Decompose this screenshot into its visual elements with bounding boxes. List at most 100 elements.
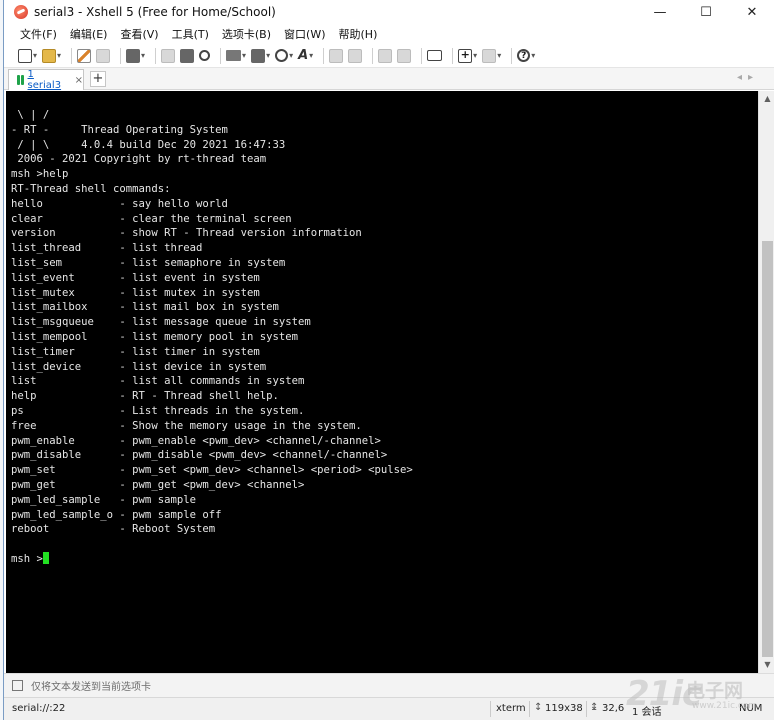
tab-next-icon[interactable]: ▸ [748,72,759,83]
chevron-down-icon: ▾ [57,51,62,60]
tab-prev-icon[interactable]: ◂ [737,72,748,83]
font-icon: A [298,48,309,63]
chevron-down-icon: ▾ [242,51,247,60]
help-icon: ? [517,49,531,62]
window-controls: — ☐ ✕ [637,0,774,24]
toolbar-divider [452,47,454,64]
status-size: 119x38 [545,703,583,714]
paste-icon [180,48,195,63]
new-session-icon [18,48,32,63]
new-tab-icon: + [458,48,473,63]
menu-file[interactable]: 文件(F) [20,26,57,42]
paste-button[interactable] [180,47,195,65]
scroll-up-icon[interactable]: ▲ [759,91,774,107]
status-bar: serial://:22 xterm ↕ 119x38 ↨ 32,6 1 会话 … [4,697,774,720]
terminal-output[interactable]: \ | / - RT - Thread Operating System / |… [6,91,758,673]
terminal-line: clear - clear the terminal screen [11,212,292,225]
status-divider [586,701,587,717]
terminal-prompt: msh > [11,552,43,565]
tab-close-icon[interactable]: × [75,75,83,86]
layout-icon [482,48,497,63]
properties-icon [126,48,141,63]
menu-edit[interactable]: 编辑(E) [70,26,108,42]
terminal-line: list_sem - list semaphore in system [11,256,286,269]
chevron-down-icon: ▾ [309,51,314,60]
chevron-down-icon: ▾ [141,51,146,60]
terminal-prompt-line[interactable]: msh > [11,551,758,567]
xshell-window: serial3 - Xshell 5 (Free for Home/School… [3,0,774,720]
terminal-line: - RT - Thread Operating System [11,123,228,136]
terminal-cursor [42,551,49,564]
minimize-button[interactable]: — [637,0,683,24]
xshell-app-icon[interactable] [14,5,28,19]
toolbar-divider [120,47,122,64]
new-session-button[interactable]: ▾ [18,47,37,65]
keyboard-button[interactable] [427,47,443,65]
properties-button[interactable]: ▾ [126,47,145,65]
compose-bar-icon[interactable] [12,680,23,691]
terminal-line: / | \ 4.0.4 build Dec 20 2021 16:47:33 [11,138,286,151]
fullscreen-button[interactable] [378,47,393,65]
chevron-down-icon: ▾ [266,51,271,60]
terminal-line: list_mutex - list mutex in system [11,286,260,299]
tab-label: 1 serial3 [27,69,62,91]
tab-serial3[interactable]: 1 serial3 × [8,69,84,91]
terminal-line: pwm_enable - pwm_enable <pwm_dev> <chann… [11,434,381,447]
terminal-line: list_event - list event in system [11,271,260,284]
status-sessions: 1 会话 [632,707,662,718]
transparent-button[interactable] [397,47,412,65]
copy-icon [161,48,176,63]
status-divider [490,701,491,717]
transfer-button[interactable]: ▾ [251,47,270,65]
edit-button[interactable] [77,47,92,65]
close-button[interactable]: ✕ [729,0,774,24]
toolbar-divider [155,47,157,64]
terminal-line: pwm_get - pwm_get <pwm_dev> <channel> [11,478,305,491]
title-bar: serial3 - Xshell 5 (Free for Home/School… [4,0,774,24]
chevron-down-icon: ▾ [33,51,38,60]
open-button[interactable]: ▾ [42,47,61,65]
menu-window[interactable]: 窗口(W) [284,26,325,42]
scrollbar-thumb[interactable] [762,241,773,657]
toolbar-divider [421,47,423,64]
menu-tab[interactable]: 选项卡(B) [222,26,271,42]
find-button[interactable] [199,47,211,65]
add-tab-button[interactable]: + [90,71,106,87]
maximize-button[interactable]: ☐ [683,0,729,24]
menu-help[interactable]: 帮助(H) [339,26,378,42]
find-icon [199,50,211,61]
terminal-line: msh >help [11,168,69,181]
new-tab-button[interactable]: + ▾ [458,47,477,65]
copy-button[interactable] [161,47,176,65]
tab-bar: 1 serial3 × + ◂▸ [4,68,774,91]
window-title: serial3 - Xshell 5 (Free for Home/School… [34,5,276,19]
scroll-down-icon[interactable]: ▼ [759,657,774,673]
terminal-line: \ | / [11,109,50,121]
toolbar-divider [372,47,374,64]
fullscreen-icon [378,48,393,63]
toolbar-divider [323,47,325,64]
font-button[interactable]: A ▾ [298,47,313,65]
menu-view[interactable]: 查看(V) [120,26,158,42]
help-button[interactable]: ? ▾ [517,47,535,65]
reconnect-icon [96,48,111,63]
toolbar-divider [511,47,513,64]
lock-button[interactable] [329,47,344,65]
menu-tools[interactable]: 工具(T) [172,26,209,42]
layout-button[interactable]: ▾ [482,47,501,65]
menu-bar: 文件(F) 编辑(E) 查看(V) 工具(T) 选项卡(B) 窗口(W) 帮助(… [4,24,774,44]
terminal-line: hello - say hello world [11,197,228,210]
print-button[interactable]: ▾ [226,47,246,65]
keyboard-icon [427,50,443,61]
terminal-line: list_mailbox - list mail box in system [11,301,279,314]
reconnect-button[interactable] [96,47,111,65]
vertical-scrollbar[interactable]: ▲ ▼ [758,91,774,673]
terminal-line: pwm_led_sample_o - pwm sample off [11,508,222,521]
terminal-line: list_thread - list thread [11,242,203,255]
toolbar: ▾ ▾ ▾ ▾ ▾ ▾ A ▾ + ▾ ▾ ? ▾ [4,44,774,68]
compose-button[interactable] [348,47,363,65]
globe-button[interactable]: ▾ [275,47,293,65]
compose-bar[interactable]: 仅将文本发送到当前选项卡 [4,673,774,697]
status-terminal-type: xterm [496,703,526,714]
